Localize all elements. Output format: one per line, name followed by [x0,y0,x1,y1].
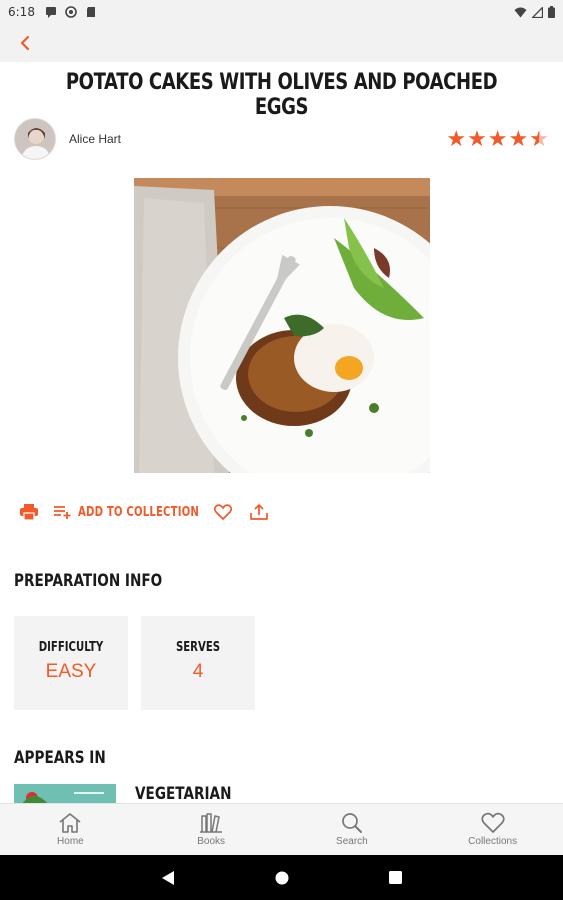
nav-home[interactable]: Home [0,804,141,855]
serves-label: SERVES [175,640,221,655]
star-full-icon: ★ [508,126,529,151]
message-icon [45,7,56,18]
star-full-icon: ★ [487,126,508,151]
author-name[interactable]: Alice Hart [69,132,121,146]
search-icon [342,813,362,833]
system-home-icon[interactable] [275,871,289,885]
nav-search[interactable]: Search [282,804,423,855]
book-cover-art [14,784,116,804]
nav-collections-label: Collections [468,836,518,847]
share-icon [250,504,268,520]
nav-home-label: Home [57,836,84,847]
preparation-info-heading: PREPARATION INFO [14,571,163,591]
appears-in-heading: APPEARS IN [14,748,106,768]
print-button[interactable] [20,504,38,520]
nav-books-label: Books [197,836,226,847]
signal-icon [532,6,543,18]
print-icon [20,504,38,520]
recipe-actions: ADD TO COLLECTION [20,500,268,524]
system-back-icon[interactable] [161,870,175,886]
author-row: Alice Hart ★ ★ ★ ★ ★ [14,118,549,160]
star-full-icon: ★ [467,126,487,151]
heart-icon [481,812,505,833]
serves-card: SERVES 4 [141,616,255,710]
favorite-button[interactable] [214,504,232,520]
back-button[interactable] [12,30,38,56]
playlist-add-icon [54,506,71,519]
author-avatar[interactable] [14,118,56,160]
bottom-navigation: Home Books Search Collections [0,803,563,855]
app-bar [0,24,563,62]
add-to-collection-label: ADD TO COLLECTION [78,504,200,520]
nav-books[interactable]: Books [141,804,282,855]
battery-icon [548,6,555,18]
nav-search-label: Search [336,836,368,847]
home-icon [59,813,81,833]
serves-value: 4 [192,661,204,682]
status-bar: 6:18 [0,0,563,24]
status-time: 6:18 [8,5,35,19]
difficulty-label: DIFFICULTY [38,640,104,655]
wifi-icon [514,7,527,17]
sd-card-icon [86,7,95,17]
recipe-title: POTATO CAKES WITH OLIVES AND POACHED EGG… [65,70,498,120]
heart-icon [214,504,232,520]
system-navigation-bar [0,855,563,900]
star-half-icon: ★ [529,128,549,151]
share-button[interactable] [250,503,268,521]
chevron-left-icon [20,35,30,51]
nav-collections[interactable]: Collections [422,804,563,855]
star-full-icon: ★ [446,126,467,151]
recipe-image [134,178,430,473]
system-recents-icon[interactable] [389,871,402,884]
book-cover[interactable] [14,784,116,804]
add-to-collection-button[interactable]: ADD TO COLLECTION [54,504,200,520]
book-title[interactable]: VEGETARIAN [135,784,231,804]
difficulty-card: DIFFICULTY EASY [14,616,128,710]
difficulty-value: EASY [45,661,97,682]
avatar-photo [15,119,55,159]
rating-stars: ★ ★ ★ ★ ★ [446,126,549,151]
books-icon [200,813,223,833]
sync-icon [65,6,77,18]
